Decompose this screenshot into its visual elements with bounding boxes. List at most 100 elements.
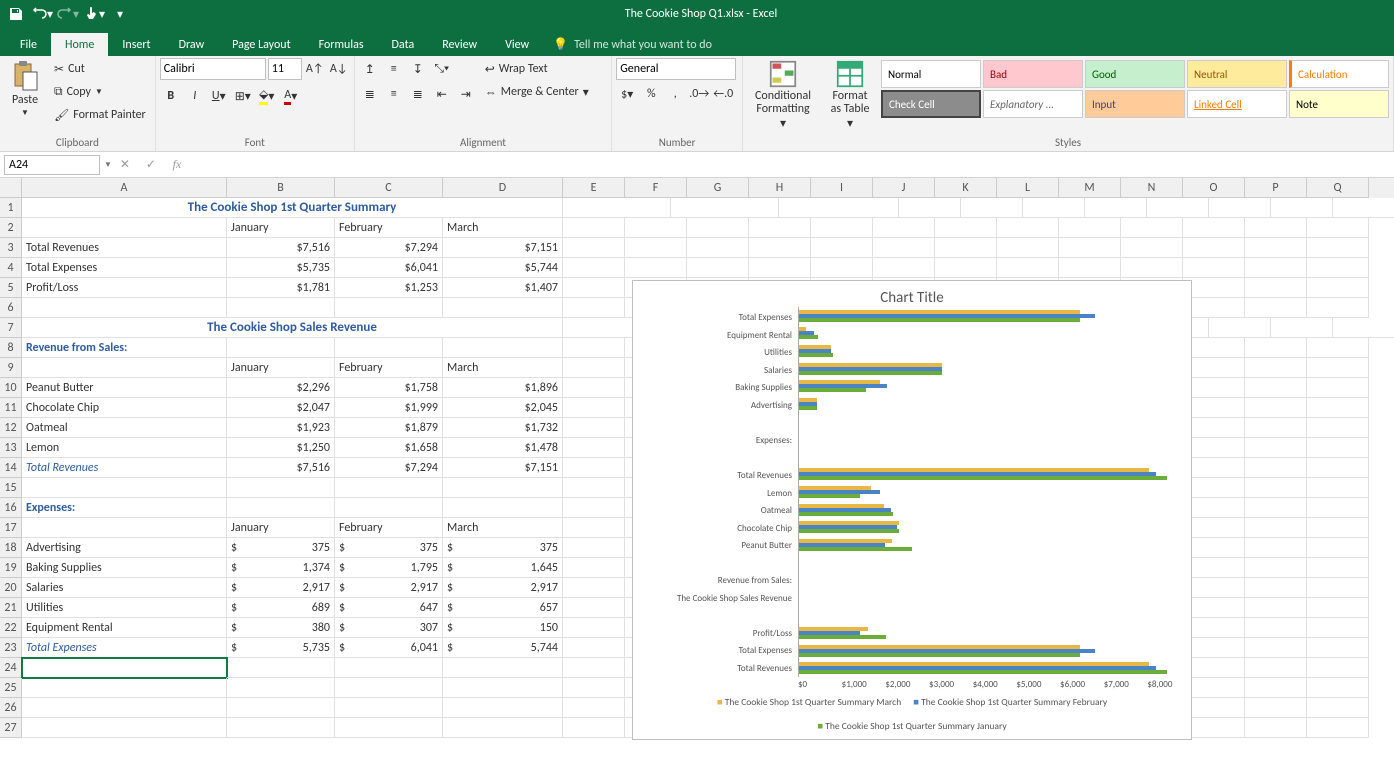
save-button[interactable]	[4, 3, 28, 25]
cell-O2[interactable]	[1183, 218, 1245, 238]
row-header-11[interactable]: 11	[0, 398, 22, 418]
cell-C15[interactable]	[335, 478, 443, 498]
cell-P5[interactable]	[1245, 278, 1307, 298]
column-header-n[interactable]: N	[1121, 178, 1183, 198]
cell-A7[interactable]: The Cookie Shop Sales Revenue	[22, 318, 563, 338]
cell-O17[interactable]	[1183, 518, 1245, 538]
cell-O3[interactable]	[1183, 238, 1245, 258]
cell-B12[interactable]: $1,923	[227, 418, 335, 438]
row-header-20[interactable]: 20	[0, 578, 22, 598]
cell-Q12[interactable]	[1307, 418, 1369, 438]
cell-I3[interactable]	[811, 238, 873, 258]
cell-Q27[interactable]	[1307, 718, 1369, 738]
cell-E15[interactable]	[563, 478, 625, 498]
cell-E12[interactable]	[563, 418, 625, 438]
cell-M2[interactable]	[1059, 218, 1121, 238]
row-header-7[interactable]: 7	[0, 318, 22, 338]
cell-P14[interactable]	[1245, 458, 1307, 478]
cell-E25[interactable]	[563, 678, 625, 698]
cell-A23[interactable]: Total Expenses	[22, 638, 227, 658]
row-header-18[interactable]: 18	[0, 538, 22, 558]
cell-Q5[interactable]	[1307, 278, 1369, 298]
format-painter-button[interactable]: 🖌Format Painter	[49, 104, 151, 126]
cell-K7[interactable]	[1271, 318, 1333, 338]
cell-A11[interactable]: Chocolate Chip	[22, 398, 227, 418]
cell-O26[interactable]	[1183, 698, 1245, 718]
cell-O4[interactable]	[1183, 258, 1245, 278]
formula-input[interactable]	[190, 163, 1394, 167]
cell-P21[interactable]	[1245, 598, 1307, 618]
cancel-formula-button[interactable]: ✕	[112, 157, 138, 172]
cell-B10[interactable]: $2,296	[227, 378, 335, 398]
cell-P4[interactable]	[1245, 258, 1307, 278]
cell-E19[interactable]	[563, 558, 625, 578]
cell-P17[interactable]	[1245, 518, 1307, 538]
cell-Q16[interactable]	[1307, 498, 1369, 518]
tab-draw[interactable]: Draw	[165, 33, 219, 56]
cell-Q25[interactable]	[1307, 678, 1369, 698]
cell-P10[interactable]	[1245, 378, 1307, 398]
cell-O14[interactable]	[1183, 458, 1245, 478]
cell-K1[interactable]	[1271, 198, 1333, 218]
cell-A27[interactable]	[22, 718, 227, 738]
cell-D25[interactable]	[443, 678, 563, 698]
tab-formulas[interactable]: Formulas	[305, 33, 378, 56]
cell-Q17[interactable]	[1307, 518, 1369, 538]
cell-K3[interactable]	[935, 238, 997, 258]
enter-formula-button[interactable]: ✓	[138, 157, 164, 172]
cell-P12[interactable]	[1245, 418, 1307, 438]
touch-mode-button[interactable]: ▾	[82, 3, 106, 25]
cell-A2[interactable]	[22, 218, 227, 238]
cell-I2[interactable]	[811, 218, 873, 238]
column-header-f[interactable]: F	[625, 178, 687, 198]
cell-E27[interactable]	[563, 718, 625, 738]
cell-O12[interactable]	[1183, 418, 1245, 438]
cell-A14[interactable]: Total Revenues	[22, 458, 227, 478]
cell-P11[interactable]	[1245, 398, 1307, 418]
cell-Q2[interactable]	[1307, 218, 1369, 238]
style-check-cell[interactable]: Check Cell	[881, 90, 981, 118]
cell-B21[interactable]: $689	[227, 598, 335, 618]
row-header-1[interactable]: 1	[0, 198, 22, 218]
style-linked-cell[interactable]: Linked Cell	[1187, 90, 1287, 118]
increase-indent-button[interactable]: ⇥	[455, 83, 477, 105]
cell-A22[interactable]: Equipment Rental	[22, 618, 227, 638]
cell-E16[interactable]	[563, 498, 625, 518]
cell-A21[interactable]: Utilities	[22, 598, 227, 618]
cell-B18[interactable]: $375	[227, 538, 335, 558]
cell-E5[interactable]	[563, 278, 625, 298]
cell-C8[interactable]	[335, 338, 443, 358]
row-header-9[interactable]: 9	[0, 358, 22, 378]
column-header-d[interactable]: D	[443, 178, 563, 198]
embedded-chart[interactable]: Chart Title Total ExpensesEquipment Rent…	[632, 280, 1192, 740]
column-header-b[interactable]: B	[227, 178, 335, 198]
cell-O21[interactable]	[1183, 598, 1245, 618]
cell-B24[interactable]	[227, 658, 335, 678]
column-header-a[interactable]: A	[22, 178, 227, 198]
cell-O20[interactable]	[1183, 578, 1245, 598]
cell-D22[interactable]: $150	[443, 618, 563, 638]
cut-button[interactable]: ✂Cut	[49, 58, 151, 80]
cell-D10[interactable]: $1,896	[443, 378, 563, 398]
cell-B9[interactable]: January	[227, 358, 335, 378]
column-header-k[interactable]: K	[935, 178, 997, 198]
cell-P8[interactable]	[1245, 338, 1307, 358]
cell-B15[interactable]	[227, 478, 335, 498]
cell-D18[interactable]: $375	[443, 538, 563, 558]
cell-G4[interactable]	[687, 258, 749, 278]
cell-O22[interactable]	[1183, 618, 1245, 638]
cell-E4[interactable]	[563, 258, 625, 278]
cell-D14[interactable]: $7,151	[443, 458, 563, 478]
row-header-8[interactable]: 8	[0, 338, 22, 358]
underline-button[interactable]: U▾	[208, 85, 230, 107]
cell-P25[interactable]	[1245, 678, 1307, 698]
cell-G1[interactable]	[1023, 198, 1085, 218]
cell-M3[interactable]	[1059, 238, 1121, 258]
cell-D1[interactable]	[779, 198, 899, 218]
cell-A24[interactable]	[22, 658, 227, 678]
style-explanatory[interactable]: Explanatory ...	[983, 90, 1083, 118]
cell-E8[interactable]	[563, 338, 625, 358]
cell-K2[interactable]	[935, 218, 997, 238]
tab-view[interactable]: View	[491, 33, 543, 56]
increase-decimal-button[interactable]: .0→	[688, 83, 710, 105]
